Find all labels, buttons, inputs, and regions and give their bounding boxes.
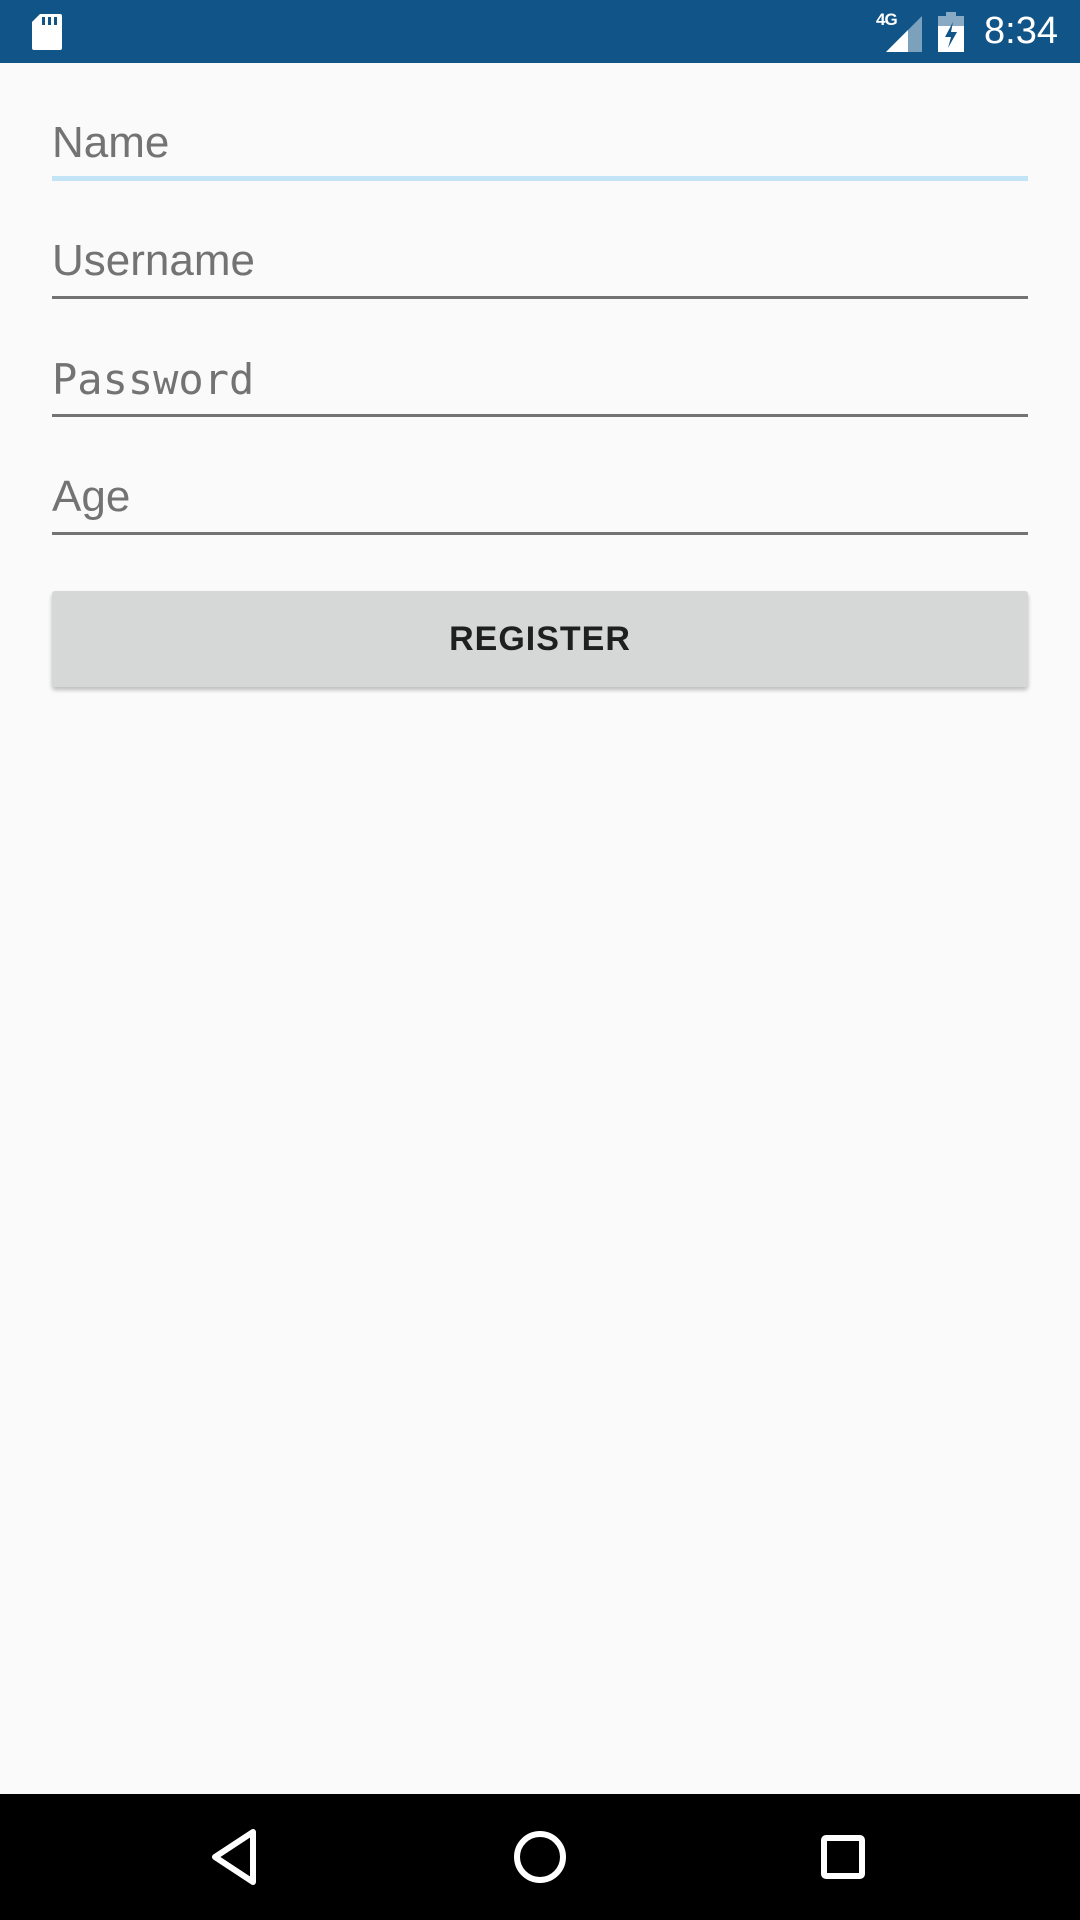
- age-input[interactable]: [52, 467, 1028, 527]
- home-circle-icon[interactable]: [505, 1822, 575, 1892]
- battery-charging-icon: [938, 11, 965, 52]
- cell-signal-icon: [886, 15, 923, 52]
- sd-card-icon: [32, 14, 62, 50]
- registration-form: [52, 63, 1028, 535]
- username-input[interactable]: [52, 231, 1028, 291]
- name-field-container: [52, 63, 1028, 181]
- network-indicator: 4G: [876, 10, 924, 54]
- recent-apps-square-icon[interactable]: [808, 1822, 878, 1892]
- password-field-container: [52, 299, 1028, 417]
- status-icons: 4G 8:34: [876, 0, 1058, 63]
- back-triangle-icon[interactable]: [201, 1822, 271, 1892]
- navigation-bar: [0, 1794, 1080, 1920]
- age-field-container: [52, 417, 1028, 535]
- age-underline: [52, 532, 1028, 535]
- register-button[interactable]: REGISTER: [52, 591, 1028, 687]
- username-field-container: [52, 181, 1028, 299]
- name-input[interactable]: [52, 113, 1028, 173]
- status-clock: 8:34: [984, 10, 1058, 52]
- password-input[interactable]: [52, 349, 1028, 409]
- register-screen: 4G 8:34 Name Username Age REGISTER: [0, 0, 1080, 1920]
- status-bar: 4G 8:34: [0, 0, 1080, 63]
